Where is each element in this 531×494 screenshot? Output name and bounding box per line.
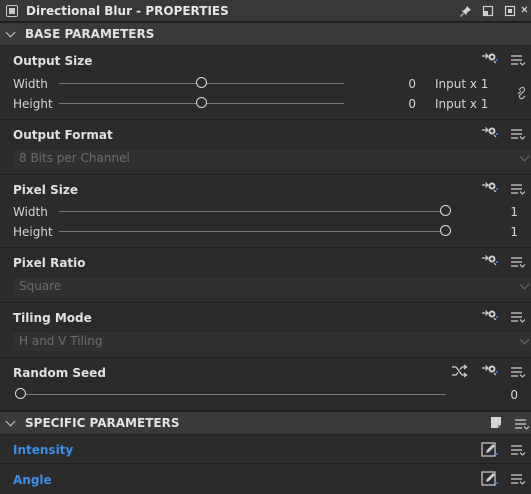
chevron-down-icon: [519, 279, 530, 290]
pixel-height-slider[interactable]: [59, 231, 445, 232]
pixel-height-slider-thumb[interactable]: [439, 225, 451, 236]
bookmark-icon[interactable]: [489, 416, 503, 430]
group-output-size: Output Size Width 0 Input x 1 Height 0 I…: [0, 46, 531, 120]
menu-icon[interactable]: [510, 54, 528, 68]
chevron-down-icon: [519, 151, 530, 162]
maximize-icon[interactable]: [499, 0, 521, 22]
window-controls: [455, 0, 531, 22]
section-header-base[interactable]: BASE PARAMETERS: [0, 22, 531, 46]
tiling-mode-label: Tiling Mode: [13, 311, 92, 325]
pixel-size-label: Pixel Size: [13, 183, 78, 197]
output-width-unit[interactable]: Input x 1: [435, 77, 488, 91]
output-width-label: Width: [13, 77, 48, 91]
output-height-value[interactable]: 0: [380, 97, 416, 111]
chevron-down-icon: [519, 334, 530, 345]
inheritance-icon[interactable]: [481, 126, 499, 140]
intensity-label[interactable]: Intensity: [13, 443, 73, 457]
edit-function-icon[interactable]: [481, 442, 499, 457]
menu-icon[interactable]: [510, 183, 528, 197]
group-angle: Angle: [0, 464, 531, 494]
inheritance-icon[interactable]: [481, 254, 499, 268]
random-seed-label: Random Seed: [13, 366, 106, 380]
output-format-selected: 8 Bits per Channel: [19, 151, 130, 165]
group-pixel-size: Pixel Size Width 1 Height 1: [0, 175, 531, 248]
pixel-width-label: Width: [13, 205, 48, 219]
chevron-down-icon: [6, 418, 16, 428]
section-header-specific[interactable]: SPECIFIC PARAMETERS: [0, 411, 531, 435]
menu-icon[interactable]: [510, 256, 528, 270]
group-pixel-ratio: Pixel Ratio Square: [0, 248, 531, 303]
output-height-unit[interactable]: Input x 1: [435, 97, 488, 111]
tiling-mode-select[interactable]: H and V Tiling: [13, 331, 531, 351]
pixel-ratio-select[interactable]: Square: [13, 276, 531, 296]
output-size-label: Output Size: [13, 54, 93, 68]
pin-icon[interactable]: [455, 0, 477, 22]
inheritance-icon[interactable]: [481, 309, 499, 323]
menu-icon[interactable]: [514, 418, 530, 432]
restore-icon[interactable]: [477, 0, 499, 22]
output-format-select[interactable]: 8 Bits per Channel: [13, 148, 531, 168]
group-random-seed: Random Seed 0: [0, 358, 531, 411]
close-icon[interactable]: [521, 0, 531, 22]
pixel-height-value[interactable]: 1: [480, 225, 518, 239]
angle-label[interactable]: Angle: [13, 473, 52, 487]
chevron-down-icon: [6, 29, 16, 39]
menu-icon[interactable]: [510, 473, 528, 487]
link-icon[interactable]: [514, 86, 530, 100]
output-width-slider-thumb[interactable]: [196, 77, 207, 88]
window-title: Directional Blur - PROPERTIES: [26, 3, 229, 18]
pixel-width-slider-thumb[interactable]: [439, 205, 451, 216]
output-height-label: Height: [13, 97, 53, 111]
output-format-label: Output Format: [13, 128, 113, 142]
pixel-ratio-label: Pixel Ratio: [13, 256, 86, 270]
shuffle-icon[interactable]: [451, 364, 469, 378]
pixel-height-label: Height: [13, 225, 53, 239]
inheritance-icon[interactable]: [481, 181, 499, 195]
window-titlebar: Directional Blur - PROPERTIES: [0, 0, 531, 22]
tiling-mode-selected: H and V Tiling: [19, 334, 103, 348]
panel-icon: [6, 4, 18, 17]
pixel-ratio-selected: Square: [19, 279, 62, 293]
random-seed-value[interactable]: 0: [480, 388, 518, 402]
pixel-width-slider[interactable]: [59, 211, 445, 212]
random-seed-slider-thumb[interactable]: [14, 388, 26, 399]
menu-icon[interactable]: [510, 444, 528, 458]
inheritance-icon[interactable]: [481, 364, 499, 378]
section-title-specific: SPECIFIC PARAMETERS: [25, 416, 180, 430]
menu-icon[interactable]: [510, 311, 528, 325]
section-title-base: BASE PARAMETERS: [25, 27, 155, 41]
group-output-format: Output Format 8 Bits per Channel: [0, 120, 531, 175]
edit-function-icon[interactable]: [481, 471, 499, 486]
output-height-slider-thumb[interactable]: [196, 97, 207, 108]
menu-icon[interactable]: [510, 128, 528, 142]
group-intensity: Intensity: [0, 435, 531, 464]
group-tiling-mode: Tiling Mode H and V Tiling: [0, 303, 531, 358]
inheritance-icon[interactable]: [481, 52, 499, 66]
output-width-value[interactable]: 0: [380, 77, 416, 91]
random-seed-slider[interactable]: [20, 394, 446, 395]
pixel-width-value[interactable]: 1: [480, 205, 518, 219]
menu-icon[interactable]: [510, 366, 528, 380]
